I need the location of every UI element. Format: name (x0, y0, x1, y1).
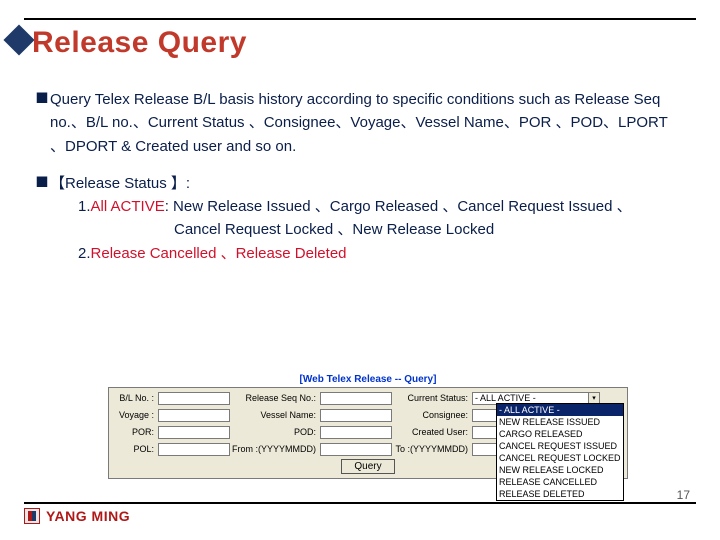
diamond-icon (3, 24, 34, 55)
input-pol[interactable] (158, 443, 230, 456)
input-por[interactable] (158, 426, 230, 439)
bullet-2: ⯀ 【Release Status 】: 1.All ACTIVE: New R… (36, 172, 684, 265)
bullet-2-head: 【Release Status 】: (50, 172, 684, 195)
bullet-1-text: Query Telex Release B/L basis history ac… (50, 88, 684, 158)
slide: Release Query ⯀ Query Telex Release B/L … (0, 0, 720, 540)
body-text: ⯀ Query Telex Release B/L basis history … (36, 88, 684, 279)
label-vessel-name: Vessel Name: (232, 410, 318, 420)
label-voyage: Voyage : (112, 410, 156, 420)
label-bl-no: B/L No. : (112, 393, 156, 403)
brand-text: YANG MING (46, 508, 130, 524)
label-release-seq: Release Seq No.: (232, 393, 318, 403)
page-number: 17 (677, 488, 690, 502)
logo-icon (24, 508, 40, 524)
bullet-2-block: 【Release Status 】: 1.All ACTIVE: New Rel… (50, 172, 684, 265)
item-2-red: Release Cancelled 、Release Deleted (91, 245, 347, 262)
query-button[interactable]: Query (341, 459, 394, 474)
bullet-2-item-1: 1.All ACTIVE: New Release Issued 、Cargo … (50, 195, 684, 218)
footer: YANG MING (24, 502, 696, 524)
page-title: Release Query (32, 26, 247, 60)
label-por: POR: (112, 427, 156, 437)
embedded-screenshot: [Web Telex Release -- Query] B/L No. : R… (108, 374, 628, 479)
status-option[interactable]: CARGO RELEASED (497, 428, 623, 440)
bullet-icon: ⯀ (36, 88, 50, 158)
num-2: 2. (78, 245, 91, 262)
label-to-date: To :(YYYYMMDD) (394, 444, 470, 454)
status-option[interactable]: CANCEL REQUEST ISSUED (497, 440, 623, 452)
bullet-icon: ⯀ (36, 172, 50, 265)
status-option[interactable]: CANCEL REQUEST LOCKED (497, 452, 623, 464)
label-created-user: Created User: (394, 427, 470, 437)
all-active-red: All ACTIVE (91, 198, 165, 215)
label-from-date: From :(YYYYMMDD) (232, 444, 318, 454)
bullet-2-item-2: 2.Release Cancelled 、Release Deleted (50, 242, 684, 265)
bullet-1: ⯀ Query Telex Release B/L basis history … (36, 88, 684, 158)
top-rule (24, 18, 696, 20)
status-option[interactable]: - ALL ACTIVE - (497, 404, 623, 416)
label-current-status: Current Status: (394, 393, 470, 403)
input-bl-no[interactable] (158, 392, 230, 405)
label-pod: POD: (232, 427, 318, 437)
query-form: B/L No. : Release Seq No.: Current Statu… (108, 387, 628, 479)
screenshot-caption: [Web Telex Release -- Query] (108, 374, 628, 385)
select-value: - ALL ACTIVE - (475, 393, 536, 403)
num-1: 1. (78, 198, 91, 215)
status-option[interactable]: RELEASE CANCELLED (497, 476, 623, 488)
item-1-rest: : New Release Issued 、Cargo Released 、Ca… (165, 198, 632, 215)
input-release-seq[interactable] (320, 392, 392, 405)
input-from-date[interactable] (320, 443, 392, 456)
label-pol: POL: (112, 444, 156, 454)
chevron-down-icon: ▾ (588, 393, 599, 404)
status-dropdown-open[interactable]: - ALL ACTIVE - NEW RELEASE ISSUED CARGO … (496, 403, 624, 501)
input-vessel-name[interactable] (320, 409, 392, 422)
input-pod[interactable] (320, 426, 392, 439)
status-option[interactable]: NEW RELEASE ISSUED (497, 416, 623, 428)
status-option[interactable]: RELEASE DELETED (497, 488, 623, 500)
bullet-2-item-1-line2: Cancel Request Locked 、New Release Locke… (50, 218, 684, 241)
input-voyage[interactable] (158, 409, 230, 422)
label-consignee: Consignee: (394, 410, 470, 420)
status-option[interactable]: NEW RELEASE LOCKED (497, 464, 623, 476)
